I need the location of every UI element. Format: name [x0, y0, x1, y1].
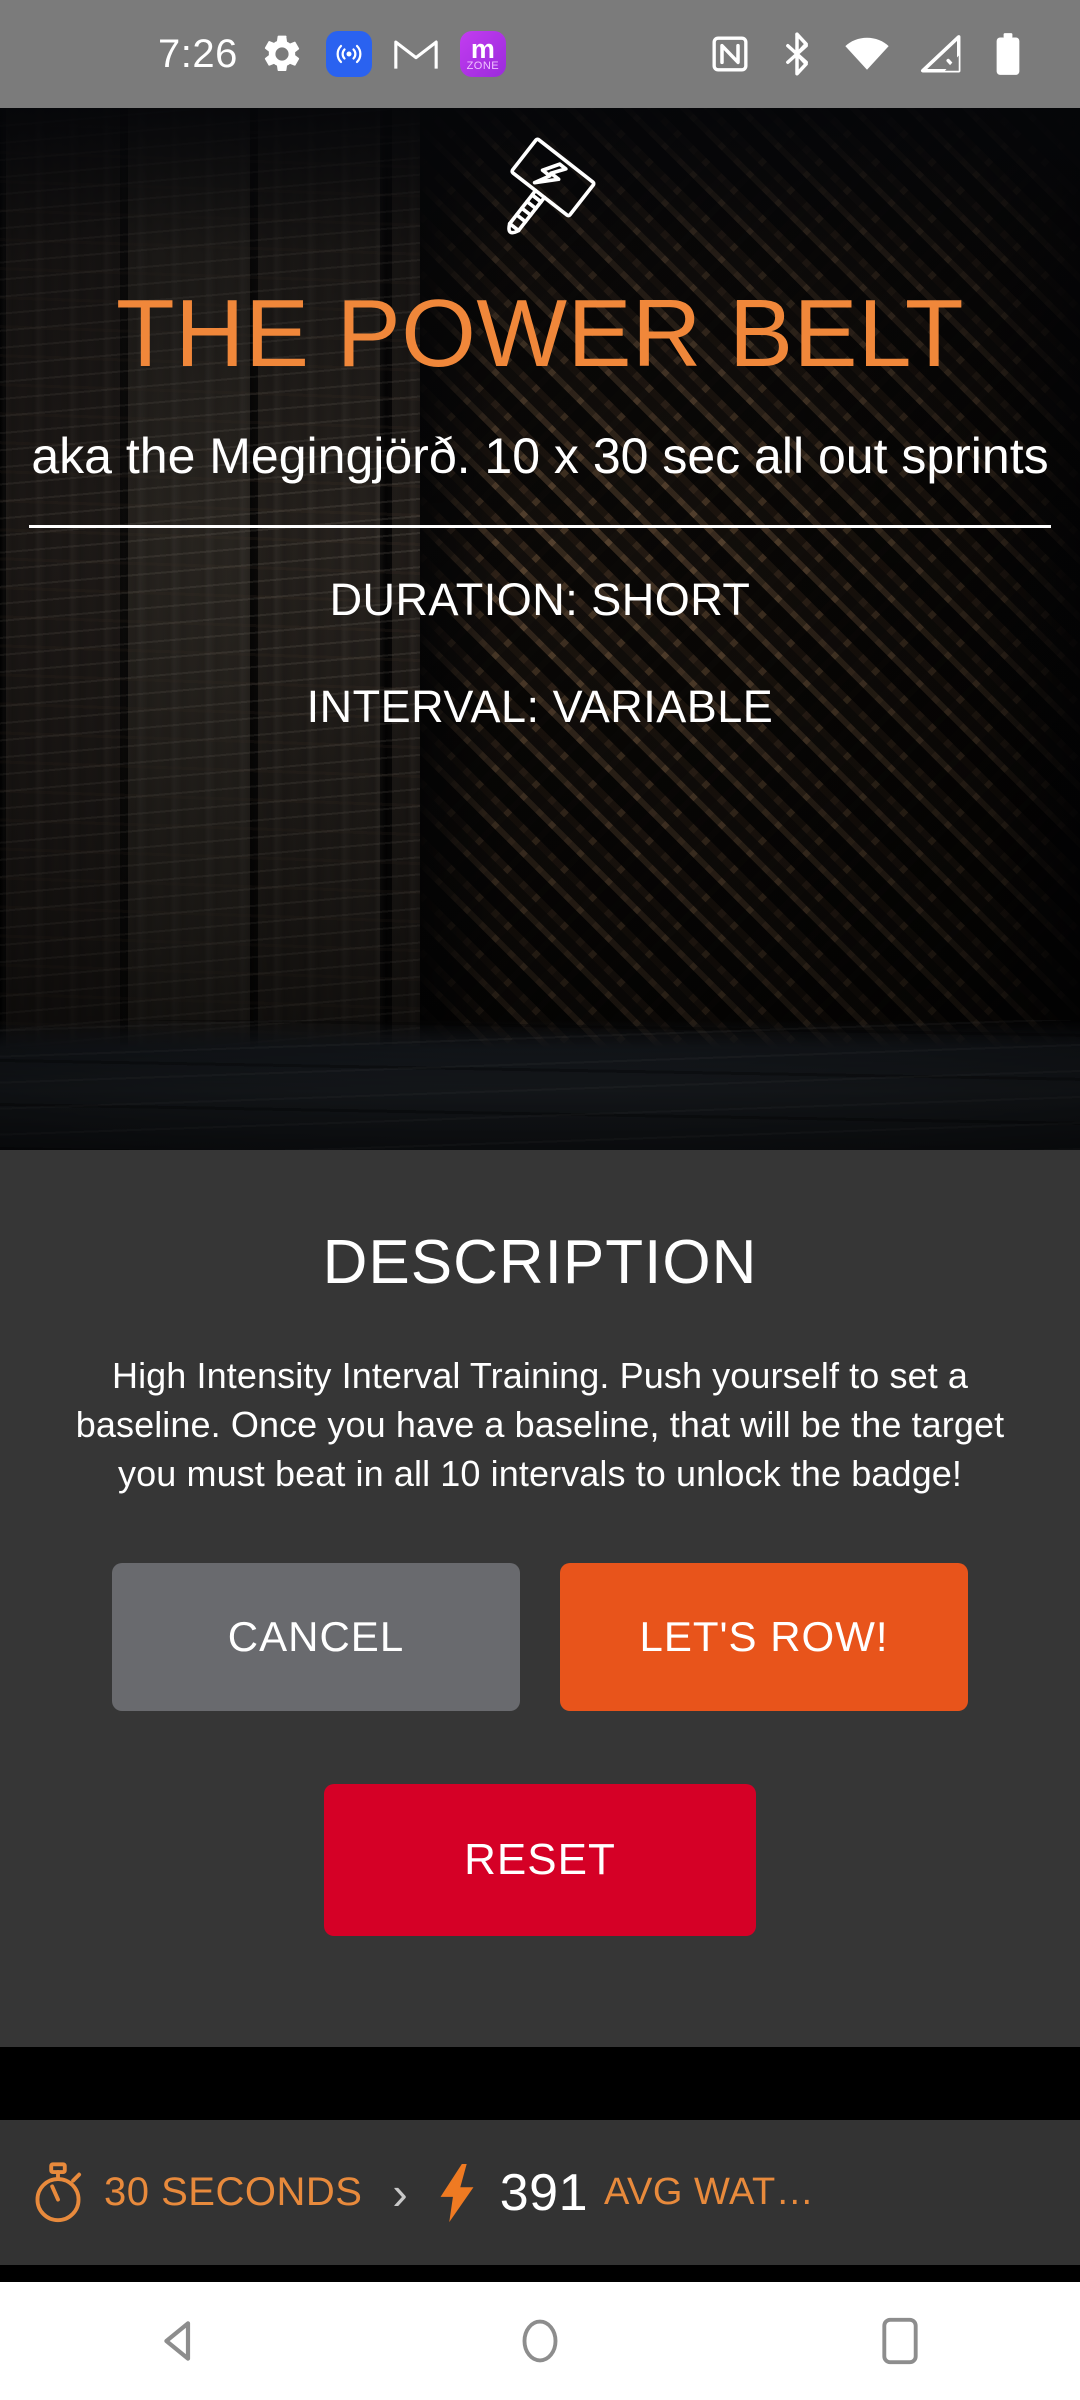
gmail-icon — [394, 37, 438, 71]
cellular-no-signal-icon — [920, 34, 964, 74]
action-button-row: CANCEL LET'S ROW! — [0, 1562, 1080, 1711]
settings-gear-icon — [260, 32, 304, 76]
page-title: THE POWER BELT — [116, 280, 964, 387]
navbar-top-gap — [0, 2265, 1080, 2282]
interval-duration-label: 30 SECONDS — [104, 2170, 363, 2214]
hero-divider — [29, 525, 1051, 529]
nav-back-button[interactable] — [100, 2282, 260, 2400]
mzone-icon: m ZONE — [459, 31, 506, 77]
mzone-letter: m — [470, 33, 495, 64]
mzone-sublabel: ZONE — [466, 59, 500, 72]
app-screen: 7:26 m ZONE THE POWER BELT aka the Megin… — [0, 0, 1080, 2400]
battery-full-icon — [994, 32, 1022, 76]
panel-gap-divider — [0, 2047, 1080, 2120]
lets-row-button[interactable]: LET'S ROW! — [560, 1562, 968, 1711]
average-watts-value: 391 — [499, 2163, 589, 2222]
stopwatch-icon — [30, 2161, 86, 2224]
average-watts-metric[interactable]: 391 AVG WAT… — [434, 2162, 814, 2224]
description-panel: DESCRIPTION High Intensity Interval Trai… — [0, 1150, 1080, 2047]
nfc-icon — [710, 34, 750, 74]
system-navigation-bar — [0, 2282, 1080, 2400]
status-bar: 7:26 m ZONE — [0, 0, 1080, 108]
status-bar-right-group — [710, 32, 1044, 76]
lightning-bolt-icon — [434, 2162, 480, 2224]
bluetooth-icon — [780, 32, 814, 76]
mjolnir-hammer-icon — [0, 124, 1080, 269]
hero-banner: THE POWER BELT aka the Megingjörð. 10 x … — [0, 108, 1080, 1150]
cast-icon — [325, 31, 372, 77]
workout-metric-bar[interactable]: 30 SECONDS › 391 AVG WAT… — [0, 2120, 1080, 2265]
status-bar-left-group: 7:26 m ZONE — [36, 31, 710, 77]
chevron-right-icon: › — [392, 2166, 408, 2219]
hero-interval-line: INTERVAL: VARIABLE — [306, 681, 774, 733]
interval-duration-metric[interactable]: 30 SECONDS — [30, 2161, 363, 2224]
nav-recents-button[interactable] — [820, 2282, 980, 2400]
cancel-button[interactable]: CANCEL — [112, 1562, 520, 1711]
hero-subtitle: aka the Megingjörð. 10 x 30 sec all out … — [31, 427, 1049, 484]
status-bar-clock: 7:26 — [158, 32, 238, 76]
description-heading: DESCRIPTION — [322, 1228, 758, 1297]
nav-home-button[interactable] — [460, 2282, 620, 2400]
average-watts-unit: AVG WAT… — [604, 2171, 815, 2213]
wifi-icon — [844, 34, 890, 74]
reset-button[interactable]: RESET — [324, 1783, 756, 1936]
hero-content: THE POWER BELT aka the Megingjörð. 10 x … — [0, 108, 1080, 1150]
hero-duration-line: DURATION: SHORT — [329, 574, 751, 626]
description-body: High Intensity Interval Training. Push y… — [75, 1355, 1005, 1494]
